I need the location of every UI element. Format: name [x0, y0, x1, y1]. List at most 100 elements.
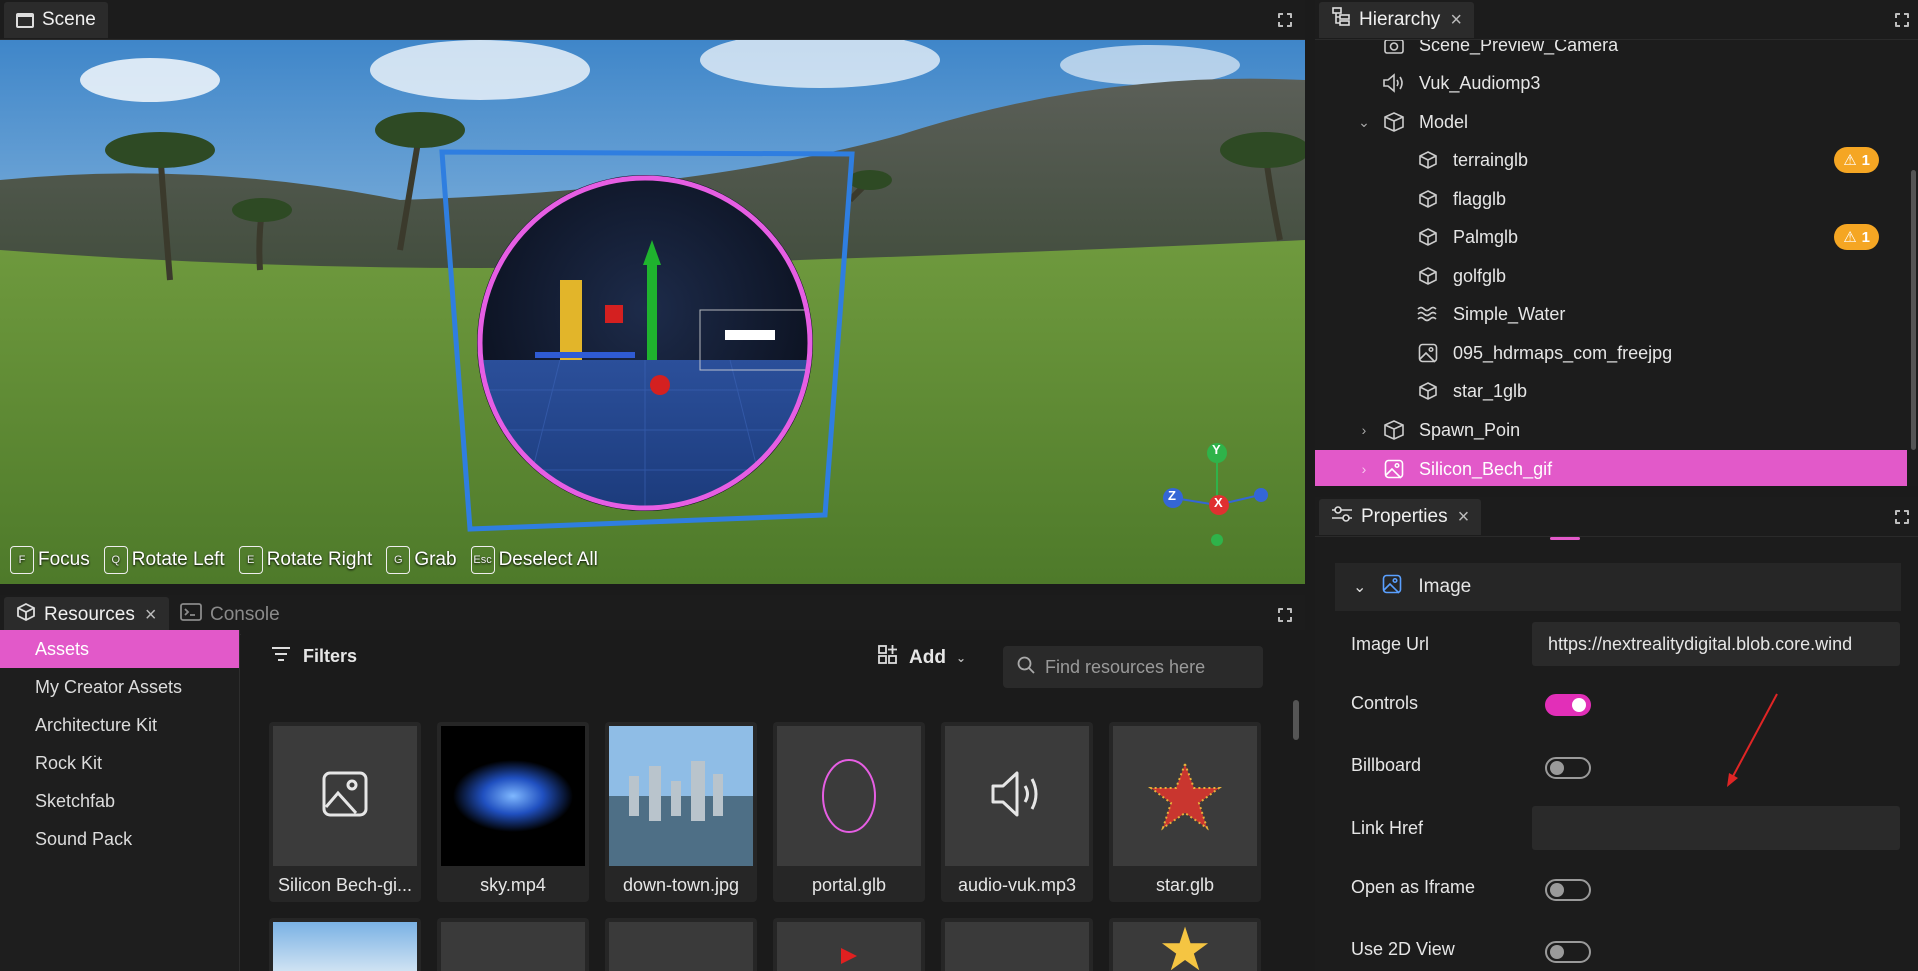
gizmo-z-label: Z	[1168, 488, 1176, 503]
warning-badge[interactable]: ⚠ 1	[1834, 224, 1879, 250]
star-icon: ★	[1158, 922, 1212, 971]
image-url-field[interactable]: https://nextrealitydigital.blob.core.win…	[1532, 622, 1900, 666]
asset-card[interactable]: sky.mp4	[437, 722, 589, 902]
asset-card[interactable]: portal.glb	[773, 722, 925, 902]
asset-card[interactable]: ★	[1109, 918, 1261, 971]
sidebar-item-rock-kit[interactable]: Rock Kit	[0, 744, 239, 782]
tree-item-label: Vuk_Audiomp3	[1419, 72, 1541, 93]
tree-item-golfglb[interactable]: golfglb	[1315, 257, 1907, 295]
tab-hierarchy[interactable]: Hierarchy ×	[1319, 2, 1474, 38]
asset-label: Silicon Bech-gi...	[277, 875, 413, 895]
close-resources-icon[interactable]: ×	[145, 604, 157, 627]
cubes-icon	[1383, 111, 1405, 133]
city-thumbnail	[609, 726, 753, 866]
cube-icon	[16, 602, 36, 628]
search-input[interactable]	[1045, 656, 1245, 678]
view2d-toggle[interactable]	[1545, 941, 1591, 963]
image-icon	[322, 771, 368, 822]
gizmo-x-label: X	[1214, 495, 1223, 510]
asset-card[interactable]	[773, 918, 925, 971]
tab-resources[interactable]: Resources ×	[4, 597, 169, 633]
asset-label: audio-vuk.mp3	[957, 875, 1077, 895]
asset-card[interactable]	[437, 918, 589, 971]
sidebar-item-architecture-kit[interactable]: Architecture Kit	[0, 706, 239, 744]
asset-card[interactable]: audio-vuk.mp3	[941, 722, 1093, 902]
asset-thumb	[441, 726, 585, 866]
asset-thumb	[945, 922, 1089, 971]
tab-console[interactable]: Console	[168, 597, 292, 633]
tree-item-label: terrainglb	[1453, 149, 1529, 170]
maximize-scene-icon[interactable]	[1277, 12, 1293, 28]
tree-item-star-1glb[interactable]: star_1glb	[1315, 372, 1907, 410]
hierarchy-scrollbar[interactable]	[1911, 170, 1916, 450]
asset-card[interactable]	[269, 918, 421, 971]
chevron-right-icon[interactable]: ›	[1357, 422, 1371, 438]
tree-item-model[interactable]: ⌄ Model	[1315, 103, 1907, 141]
tree-item-terrainglb[interactable]: terrainglb ⚠ 1	[1315, 141, 1907, 179]
asset-card[interactable]	[941, 918, 1093, 971]
close-properties-icon[interactable]: ×	[1458, 506, 1470, 529]
properties-panel-header: Properties ×	[1315, 497, 1918, 537]
asset-thumb	[273, 922, 417, 971]
add-grid-icon	[877, 644, 899, 672]
asset-card[interactable]	[605, 918, 757, 971]
add-button[interactable]: Add ⌄	[877, 644, 966, 672]
tab-scene-label: Scene	[42, 9, 96, 30]
tree-item-silicon-bech-gif[interactable]: › Silicon_Bech_gif	[1315, 450, 1907, 486]
chevron-right-icon[interactable]: ›	[1357, 461, 1371, 477]
image-icon	[1417, 342, 1439, 364]
tree-item-label: Silicon_Bech_gif	[1419, 458, 1553, 479]
link-href-field[interactable]	[1532, 806, 1900, 850]
tab-scene[interactable]: Scene	[4, 2, 108, 38]
speaker-icon	[1383, 72, 1405, 94]
close-hierarchy-icon[interactable]: ×	[1450, 9, 1462, 32]
asset-thumb	[945, 726, 1089, 866]
tree-item-label: golfglb	[1453, 265, 1507, 286]
tree-item-label: Palmglb	[1453, 226, 1519, 247]
controls-toggle[interactable]	[1545, 694, 1591, 716]
sidebar-item-assets[interactable]: Assets	[0, 630, 239, 668]
maximize-hierarchy-icon[interactable]	[1894, 12, 1910, 28]
cube-icon	[1417, 149, 1439, 171]
add-label: Add	[909, 647, 946, 668]
billboard-toggle[interactable]	[1545, 757, 1591, 779]
tab-resources-label: Resources	[44, 604, 135, 625]
resources-main: Filters Add ⌄ Silicon Bech-gi...	[241, 630, 1305, 971]
asset-card[interactable]: star.glb	[1109, 722, 1261, 902]
asset-card[interactable]: down-town.jpg	[605, 722, 757, 902]
window-icon	[16, 12, 34, 28]
tree-item-palmglb[interactable]: Palmglb ⚠ 1	[1315, 218, 1907, 256]
scene-viewport[interactable]: Y Z X F Focus Q Rotate Left E Rotate Rig…	[0, 40, 1305, 584]
maximize-resources-icon[interactable]	[1277, 607, 1293, 623]
sidebar-item-my-creator-assets[interactable]: My Creator Assets	[0, 668, 239, 706]
iframe-toggle[interactable]	[1545, 879, 1591, 901]
tree-item-spawn-poin[interactable]: › Spawn_Poin	[1315, 411, 1907, 449]
tree-item-vuk-audiomp3[interactable]: Vuk_Audiomp3	[1315, 64, 1907, 102]
warning-icon: ⚠	[1843, 229, 1857, 246]
tab-properties[interactable]: Properties ×	[1319, 499, 1482, 535]
asset-thumb	[609, 922, 753, 971]
tree-item-hdrmaps[interactable]: 095_hdrmaps_com_freejpg	[1315, 334, 1907, 372]
sidebar-item-sketchfab[interactable]: Sketchfab	[0, 782, 239, 820]
controls-label: Controls	[1351, 693, 1419, 713]
asset-card[interactable]: Silicon Bech-gi...	[269, 722, 421, 902]
filters-button[interactable]: Filters	[271, 646, 357, 667]
iframe-label: Open as Iframe	[1351, 877, 1476, 897]
maximize-properties-icon[interactable]	[1894, 509, 1910, 525]
ring-thumbnail	[822, 759, 876, 833]
image-section-header[interactable]: ⌄ Image	[1335, 563, 1901, 611]
chevron-down-icon[interactable]: ⌄	[1357, 114, 1371, 131]
key-rotate-left: Q	[103, 546, 128, 574]
pink-scroll-hint	[1550, 537, 1580, 540]
tree-item-scene-preview-camera[interactable]: Scene_Preview_Camera	[1315, 40, 1907, 64]
warning-badge[interactable]: ⚠ 1	[1834, 147, 1879, 173]
resources-scrollbar[interactable]	[1293, 700, 1299, 740]
properties-panel: ⌄ Image Image Url https://nextrealitydig…	[1315, 537, 1918, 971]
asset-thumb	[441, 922, 585, 971]
warning-count: 1	[1861, 151, 1870, 169]
asset-thumb	[273, 726, 417, 866]
tree-item-flagglb[interactable]: flagglb	[1315, 180, 1907, 218]
tree-item-simple-water[interactable]: Simple_Water	[1315, 295, 1907, 333]
sidebar-item-sound-pack[interactable]: Sound Pack	[0, 820, 239, 858]
filters-label: Filters	[303, 646, 358, 666]
